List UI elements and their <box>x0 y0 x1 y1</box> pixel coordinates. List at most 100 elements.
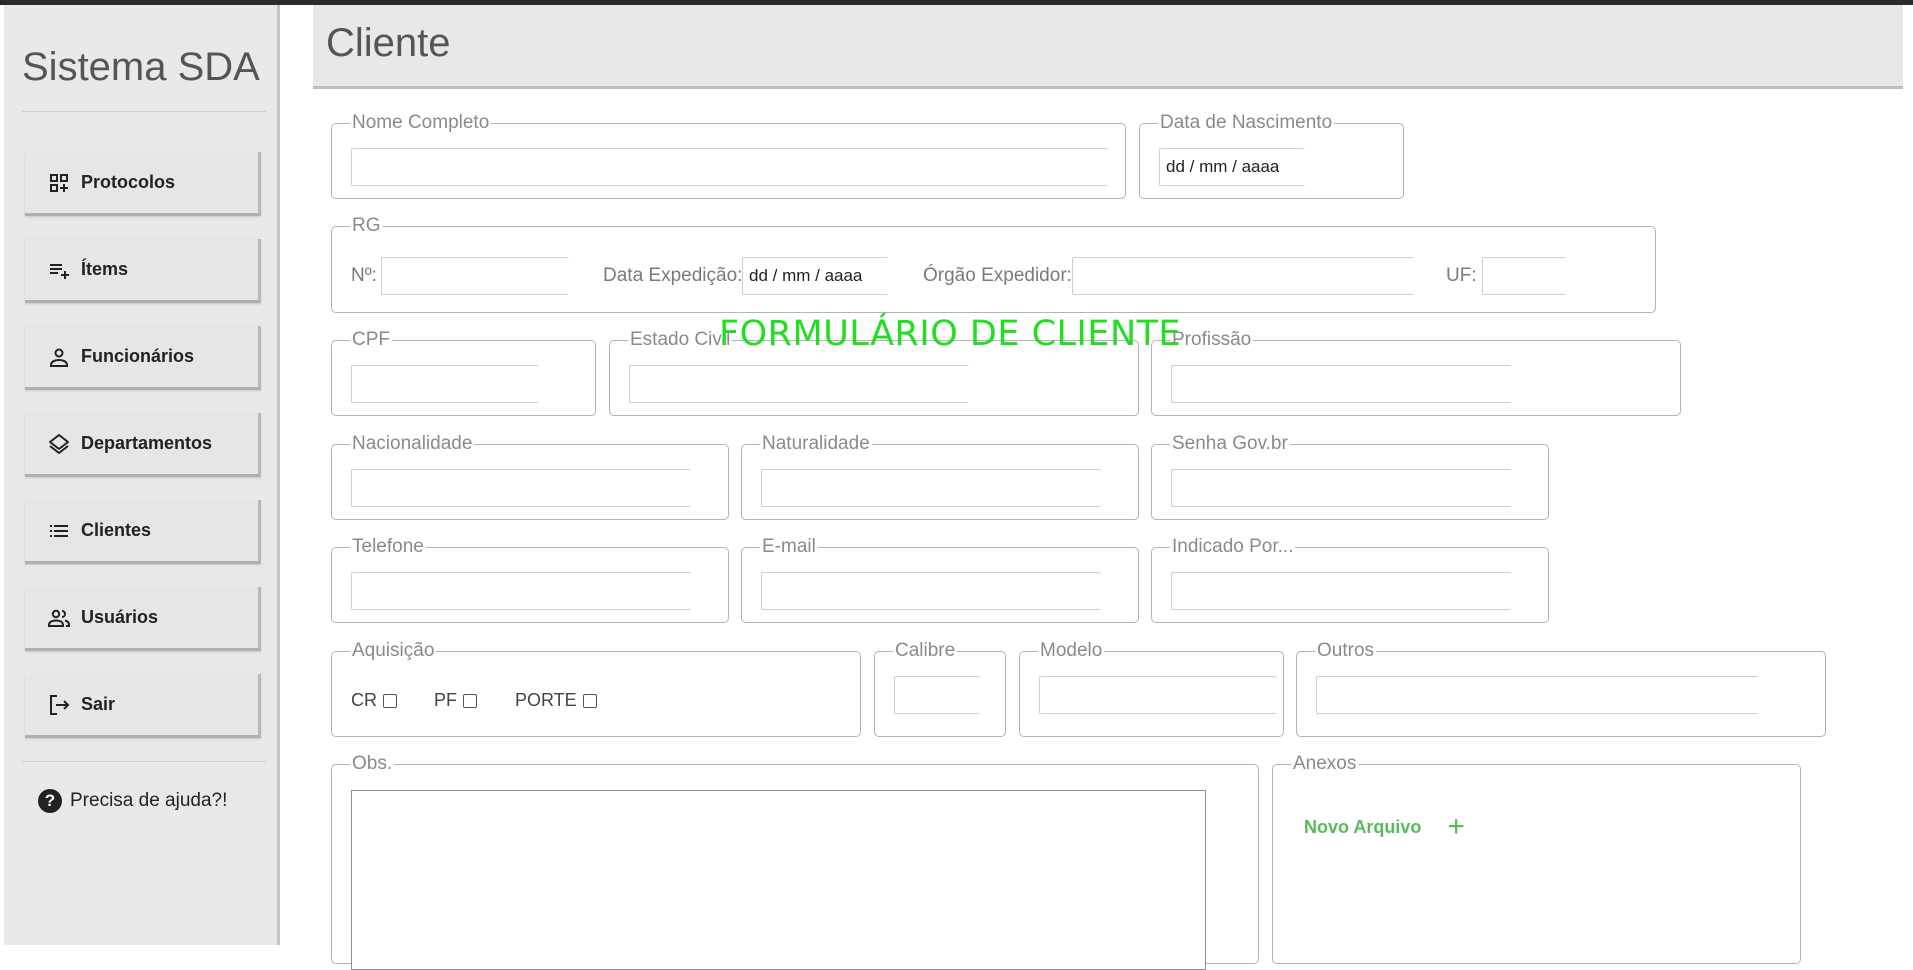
anexos-legend: Anexos <box>1291 753 1359 775</box>
calibre-legend: Calibre <box>893 640 958 662</box>
sidebar-item-sair[interactable]: Sair <box>25 674 261 738</box>
app-brand: Sistema SDA <box>22 45 260 89</box>
indicado-por-input[interactable] <box>1171 572 1511 610</box>
aquisicao-cr-checkbox[interactable] <box>383 693 397 708</box>
aquisicao-cr-label: CR <box>351 690 377 710</box>
aquisicao-cr-option[interactable]: CR <box>351 690 397 711</box>
email-group: E-mail <box>741 536 1139 623</box>
list-icon <box>47 519 71 543</box>
page-title: Cliente <box>326 21 451 65</box>
outros-legend: Outros <box>1315 640 1377 662</box>
aquisicao-porte-option[interactable]: PORTE <box>515 690 597 711</box>
modelo-group: Modelo <box>1019 640 1284 737</box>
sidebar-item-label: Departamentos <box>81 433 213 453</box>
sidebar-item-protocolos[interactable]: Protocolos <box>25 152 261 216</box>
calibre-input[interactable] <box>894 676 980 714</box>
sidebar-item-clientes[interactable]: Clientes <box>25 500 261 564</box>
data-expedicao-label: Data Expedição: <box>603 265 743 286</box>
person-icon <box>47 345 71 369</box>
telefone-input[interactable] <box>351 572 691 610</box>
email-input[interactable] <box>761 572 1101 610</box>
profissao-legend: Profissão <box>1170 329 1254 351</box>
plus-icon: + <box>1447 810 1465 843</box>
aquisicao-porte-checkbox[interactable] <box>582 693 597 708</box>
aquisicao-pf-option[interactable]: PF <box>434 690 478 711</box>
grid-add-icon <box>47 171 71 195</box>
data-nascimento-group: Data de Nascimento dd / mm / aaaa <box>1139 112 1404 199</box>
naturalidade-input[interactable] <box>761 469 1101 507</box>
naturalidade-group: Naturalidade <box>741 433 1139 520</box>
rg-legend: RG <box>350 215 383 237</box>
senha-gov-legend: Senha Gov.br <box>1170 433 1290 455</box>
senha-gov-group: Senha Gov.br <box>1151 433 1549 520</box>
data-nascimento-legend: Data de Nascimento <box>1158 112 1335 134</box>
novo-arquivo-label: Novo Arquivo <box>1304 816 1422 837</box>
sidebar-item-items[interactable]: Ítems <box>25 239 261 303</box>
novo-arquivo-button[interactable]: Novo Arquivo + <box>1304 812 1465 842</box>
aquisicao-pf-checkbox[interactable] <box>463 693 478 708</box>
sidebar-item-label: Clientes <box>81 520 152 540</box>
aquisicao-pf-label: PF <box>434 690 458 710</box>
data-nascimento-input[interactable]: dd / mm / aaaa <box>1159 148 1305 186</box>
sidebar-item-label: Usuários <box>81 607 159 627</box>
playlist-add-icon <box>47 258 71 282</box>
rg-numero-input[interactable] <box>381 257 569 295</box>
indicado-por-legend: Indicado Por... <box>1170 536 1296 558</box>
cpf-input[interactable] <box>351 365 539 403</box>
help-icon: ? <box>38 789 62 813</box>
rg-numero-label: Nº: <box>351 265 377 286</box>
aquisicao-legend: Aquisição <box>350 640 437 662</box>
help-label: Precisa de ajuda?! <box>70 790 228 811</box>
sidebar-divider <box>22 761 266 762</box>
uf-label: UF: <box>1446 265 1477 286</box>
profissao-group: Profissão <box>1151 329 1681 416</box>
nome-completo-group: Nome Completo <box>331 112 1126 199</box>
nacionalidade-legend: Nacionalidade <box>350 433 475 455</box>
uf-input[interactable] <box>1482 257 1566 295</box>
telefone-legend: Telefone <box>350 536 426 558</box>
cpf-legend: CPF <box>350 329 392 351</box>
outros-group: Outros <box>1296 640 1826 737</box>
senha-gov-input[interactable] <box>1171 469 1511 507</box>
estado-civil-group: Estado Civil <box>609 329 1139 416</box>
cpf-group: CPF <box>331 329 596 416</box>
sidebar: Sistema SDA Protocolos Ítems Funcionário… <box>4 5 280 945</box>
sidebar-item-label: Protocolos <box>81 172 176 192</box>
sidebar-divider <box>22 111 266 112</box>
modelo-input[interactable] <box>1039 676 1277 714</box>
rg-group: RG Nº: Data Expedição: dd / mm / aaaa Ór… <box>331 215 1656 313</box>
nacionalidade-input[interactable] <box>351 469 691 507</box>
modelo-legend: Modelo <box>1038 640 1105 662</box>
page-header: Cliente <box>313 5 1903 89</box>
data-expedicao-input[interactable]: dd / mm / aaaa <box>742 257 888 295</box>
people-icon <box>47 606 71 630</box>
logout-icon <box>47 693 71 717</box>
orgao-expedidor-label: Órgão Expedidor: <box>923 265 1072 286</box>
indicado-por-group: Indicado Por... <box>1151 536 1549 623</box>
naturalidade-legend: Naturalidade <box>760 433 872 455</box>
outros-input[interactable] <box>1316 676 1758 714</box>
aquisicao-group: Aquisição CR PF PORTE <box>331 640 861 737</box>
obs-group: Obs. <box>331 753 1259 970</box>
sidebar-item-label: Sair <box>81 694 116 714</box>
sidebar-item-funcionarios[interactable]: Funcionários <box>25 326 261 390</box>
layers-icon <box>47 432 71 456</box>
help-link[interactable]: ? Precisa de ajuda?! <box>38 789 227 813</box>
orgao-expedidor-input[interactable] <box>1072 257 1414 295</box>
calibre-group: Calibre <box>874 640 1006 737</box>
sidebar-item-label: Ítems <box>81 259 129 279</box>
profissao-input[interactable] <box>1171 365 1511 403</box>
sidebar-item-departamentos[interactable]: Departamentos <box>25 413 261 477</box>
nome-completo-input[interactable] <box>351 148 1108 186</box>
anexos-group: Anexos <box>1272 753 1801 964</box>
obs-legend: Obs. <box>350 753 395 775</box>
sidebar-item-label: Funcionários <box>81 346 195 366</box>
estado-civil-legend: Estado Civil <box>628 329 733 351</box>
estado-civil-input[interactable] <box>629 365 969 403</box>
telefone-group: Telefone <box>331 536 729 623</box>
obs-textarea[interactable] <box>351 790 1206 970</box>
sidebar-item-usuarios[interactable]: Usuários <box>25 587 261 651</box>
nacionalidade-group: Nacionalidade <box>331 433 729 520</box>
email-legend: E-mail <box>760 536 818 558</box>
aquisicao-porte-label: PORTE <box>515 690 577 710</box>
